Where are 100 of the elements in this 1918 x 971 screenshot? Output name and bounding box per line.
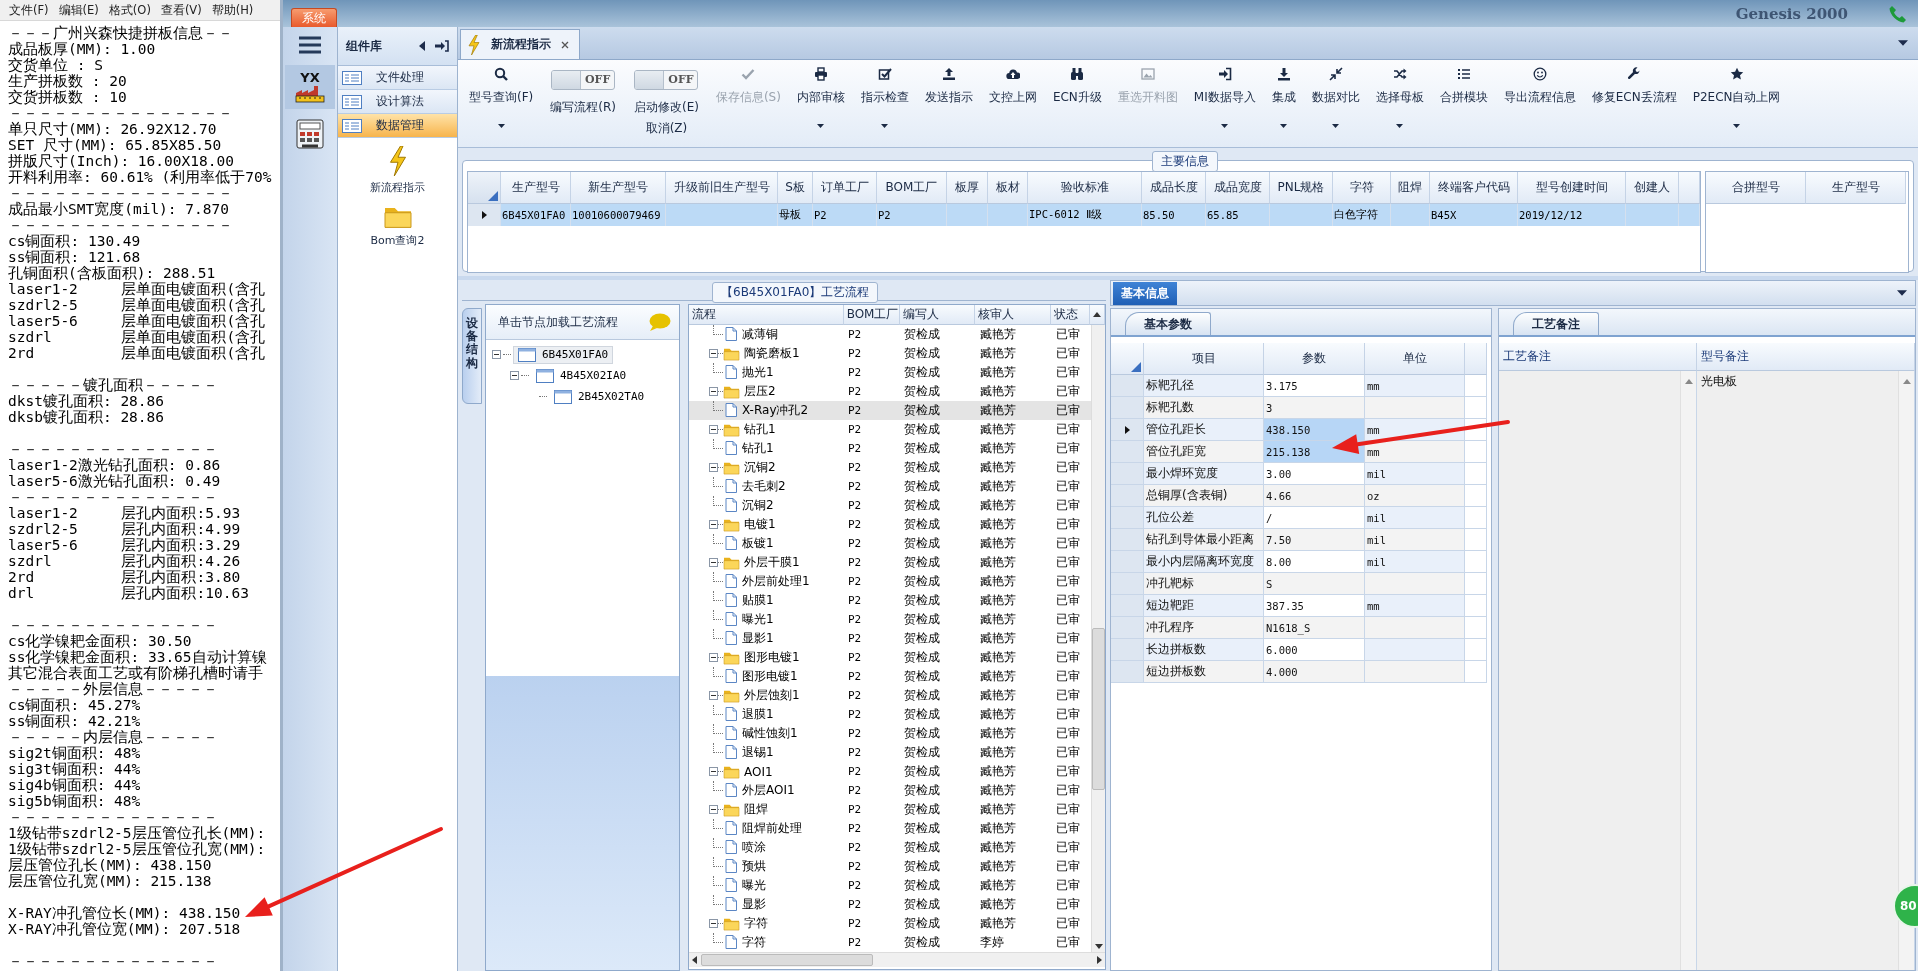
process-row[interactable]: 钻孔1 P2 贺检成 臧艳芳 已审 xyxy=(689,439,1091,458)
process-row[interactable]: 曝光 P2 贺检成 臧艳芳 已审 xyxy=(689,876,1091,895)
process-row[interactable]: 阻焊 P2 贺检成 臧艳芳 已审 xyxy=(689,800,1091,819)
row-header[interactable] xyxy=(1111,419,1144,441)
vertical-scrollbar[interactable] xyxy=(1898,371,1914,970)
table-cell[interactable]: N1618_S xyxy=(1264,617,1365,639)
process-row[interactable]: 外层前处理1 P2 贺检成 臧艳芳 已审 xyxy=(689,572,1091,591)
category-item[interactable]: 文件处理 xyxy=(338,66,457,90)
toolbar-button[interactable]: ECN升级 xyxy=(1045,60,1109,144)
process-row[interactable]: 沉铜2 P2 贺检成 臧艳芳 已审 xyxy=(689,458,1091,477)
menu-icon[interactable] xyxy=(298,35,322,55)
table-cell[interactable]: S xyxy=(1264,573,1365,595)
column-header[interactable]: S板 xyxy=(778,172,813,204)
column-header[interactable]: 型号创建时间 xyxy=(1518,172,1626,204)
dropdown-caret-icon[interactable] xyxy=(1898,40,1908,46)
process-row[interactable]: 字符 P2 贺检成 李婷 已审 xyxy=(689,933,1091,952)
toggle-switch[interactable]: OFF xyxy=(551,70,616,90)
column-header[interactable]: 终端客户代码 xyxy=(1430,172,1518,204)
tree-expander[interactable] xyxy=(709,520,718,529)
tree-expander[interactable] xyxy=(709,653,718,662)
tab[interactable]: 工艺备注 xyxy=(1513,312,1599,335)
process-row[interactable]: X-Ray冲孔2 P2 贺检成 臧艳芳 已审 xyxy=(689,401,1091,420)
toolbar-button[interactable]: 导出流程信息 xyxy=(1496,60,1583,144)
column-header[interactable]: BOM工厂 xyxy=(843,305,900,325)
tree-node[interactable]: 2B45X02TA0 xyxy=(549,387,650,406)
process-row[interactable]: 陶瓷磨板1 P2 贺检成 臧艳芳 已审 xyxy=(689,344,1091,363)
toolbar-button[interactable]: 数据对比 xyxy=(1304,60,1367,144)
process-row[interactable]: 贴膜1 P2 贺检成 臧艳芳 已审 xyxy=(689,591,1091,610)
column-header[interactable]: 订单工厂 xyxy=(813,172,877,204)
calculator-icon[interactable] xyxy=(294,119,326,151)
process-row[interactable]: 抛光1 P2 贺检成 臧艳芳 已审 xyxy=(689,363,1091,382)
menu-item[interactable]: 查看(V) xyxy=(155,2,207,18)
column-header[interactable]: 核审人 xyxy=(975,305,1052,325)
table-cell[interactable]: 4.66 xyxy=(1264,485,1365,507)
process-row[interactable]: 沉铜2 P2 贺检成 臧艳芳 已审 xyxy=(689,496,1091,515)
column-header[interactable]: 合拼型号 xyxy=(1706,172,1806,204)
process-row[interactable]: 板镀1 P2 贺检成 臧艳芳 已审 xyxy=(689,534,1091,553)
toolbar-button[interactable]: 选择母板 xyxy=(1368,60,1431,144)
toolbar-button[interactable]: 型号查询(F) xyxy=(462,60,541,144)
column-header[interactable]: 工艺备注 xyxy=(1499,343,1697,371)
tree-expander[interactable] xyxy=(510,371,519,380)
dropdown-caret-icon[interactable] xyxy=(1897,290,1907,296)
tree-node[interactable]: 4B45X02IA0 xyxy=(531,366,632,385)
column-header[interactable]: 验收标准 xyxy=(1028,172,1142,204)
column-header[interactable]: 项目 xyxy=(1144,343,1264,375)
table-cell[interactable]: 8.00 xyxy=(1264,551,1365,573)
tree-expander[interactable] xyxy=(709,919,718,928)
toggle-switch[interactable]: OFF xyxy=(634,70,699,90)
table-cell[interactable]: 3.00 xyxy=(1264,463,1365,485)
tree-expander[interactable] xyxy=(709,463,718,472)
process-row[interactable]: 外层AOI1 P2 贺检成 臧艳芳 已审 xyxy=(689,781,1091,800)
table-cell[interactable]: 4.000 xyxy=(1264,661,1365,683)
toolbar-button[interactable]: 合拼模块 xyxy=(1432,60,1495,144)
toolbar-button[interactable]: MI数据导入 xyxy=(1186,60,1263,144)
table-row[interactable]: 6B45X01FA0 10010600079469 母板 P2 P2 IPC-6012 Ⅱ级 85.50 65.85 白色字符 B45X 2019/12/12 xyxy=(468,204,1700,226)
column-header[interactable]: 阻焊 xyxy=(1391,172,1430,204)
collapse-left-icon[interactable] xyxy=(419,41,425,51)
menu-item[interactable]: 编辑(E) xyxy=(53,2,104,18)
table-cell[interactable]: 3.175 xyxy=(1264,375,1365,397)
toolbar-button[interactable]: P2ECN自动上网 xyxy=(1685,60,1788,144)
tree-expander[interactable] xyxy=(709,691,718,700)
process-row[interactable]: 减薄铜 P2 贺检成 臧艳芳 已审 xyxy=(689,325,1091,344)
tree-expander[interactable] xyxy=(709,558,718,567)
side-tab[interactable]: 设备结构 xyxy=(462,308,482,404)
process-row[interactable]: 预烘 P2 贺检成 臧艳芳 已审 xyxy=(689,857,1091,876)
process-row[interactable]: 退锡1 P2 贺检成 臧艳芳 已审 xyxy=(689,743,1091,762)
dock-icon[interactable] xyxy=(435,40,449,52)
tree-expander[interactable] xyxy=(492,350,501,359)
tree-expander[interactable] xyxy=(709,805,718,814)
tool-button[interactable]: Bom查询2 xyxy=(338,203,457,248)
app-logo[interactable]: YX xyxy=(285,65,335,109)
table-cell[interactable]: 7.50 xyxy=(1264,529,1365,551)
column-header[interactable]: 升级前旧生产型号 xyxy=(666,172,778,204)
table-cell[interactable]: 438.150 xyxy=(1264,419,1365,441)
menu-item[interactable]: 文件(F) xyxy=(4,2,54,18)
horizontal-scrollbar[interactable] xyxy=(689,952,1105,967)
process-row[interactable]: 退膜1 P2 贺检成 臧艳芳 已审 xyxy=(689,705,1091,724)
process-row[interactable]: 图形电镀1 P2 贺检成 臧艳芳 已审 xyxy=(689,667,1091,686)
toolbar-button[interactable]: 修复ECN丢流程 xyxy=(1584,60,1684,144)
process-row[interactable]: 字符 P2 贺检成 臧艳芳 已审 xyxy=(689,914,1091,933)
tab[interactable]: 基本参数 xyxy=(1125,312,1211,335)
process-row[interactable]: 钻孔1 P2 贺检成 臧艳芳 已审 xyxy=(689,420,1091,439)
column-header[interactable]: 新生产型号 xyxy=(571,172,666,204)
column-header[interactable]: 板材 xyxy=(988,172,1028,204)
table-cell[interactable]: 3 xyxy=(1264,397,1365,419)
tree-expander[interactable] xyxy=(709,767,718,776)
column-header[interactable]: PNL规格 xyxy=(1270,172,1333,204)
column-header[interactable]: 成品宽度 xyxy=(1206,172,1270,204)
category-item[interactable]: 设计算法 xyxy=(338,90,457,114)
tool-button[interactable]: 新流程指示 xyxy=(338,146,457,195)
table-cell[interactable]: 387.35 xyxy=(1264,595,1365,617)
table-cell[interactable]: / xyxy=(1264,507,1365,529)
tab[interactable]: 基本信息 xyxy=(1113,282,1177,305)
tree-expander[interactable] xyxy=(709,387,718,396)
column-header[interactable]: 字符 xyxy=(1333,172,1391,204)
category-item[interactable]: 数据管理 xyxy=(338,114,457,138)
process-row[interactable]: 外层干膜1 P2 贺检成 臧艳芳 已审 xyxy=(689,553,1091,572)
column-header[interactable]: 成品长度 xyxy=(1142,172,1206,204)
tree-node[interactable]: 6B45X01FA0 xyxy=(513,345,614,364)
process-row[interactable]: 曝光1 P2 贺检成 臧艳芳 已审 xyxy=(689,610,1091,629)
